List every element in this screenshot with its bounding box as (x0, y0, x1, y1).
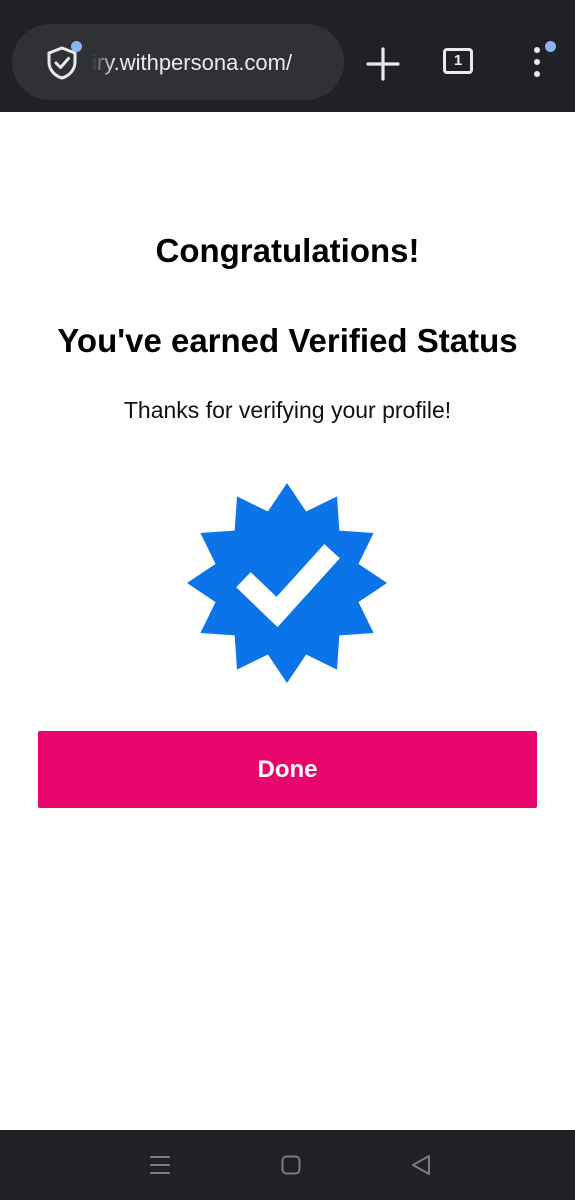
address-bar[interactable]: iry.withpersona.com/ (12, 24, 344, 100)
browser-toolbar: iry.withpersona.com/ 1 (0, 0, 575, 112)
home-square-icon[interactable] (281, 1155, 301, 1175)
page-title: Congratulations! (155, 232, 420, 269)
verified-badge-icon (187, 483, 387, 683)
thanks-message: Thanks for verifying your profile! (123, 397, 452, 423)
security-notification-dot (71, 41, 82, 52)
url-text[interactable]: iry.withpersona.com/ (92, 48, 344, 78)
done-button[interactable]: Done (38, 731, 537, 808)
url-fade-left (92, 24, 114, 100)
menu-notification-dot (545, 41, 556, 52)
plus-icon[interactable] (363, 44, 403, 84)
menu-lines-icon[interactable] (148, 1154, 172, 1176)
more-vertical-icon[interactable] (527, 44, 547, 80)
page-content: Congratulations! You've earned Verified … (0, 112, 575, 1130)
system-navigation-bar (0, 1130, 575, 1200)
status-heading: You've earned Verified Status (57, 322, 518, 359)
url-fade-right (320, 24, 344, 100)
tab-switcher-button[interactable]: 1 (443, 48, 473, 74)
back-triangle-icon[interactable] (410, 1154, 432, 1176)
